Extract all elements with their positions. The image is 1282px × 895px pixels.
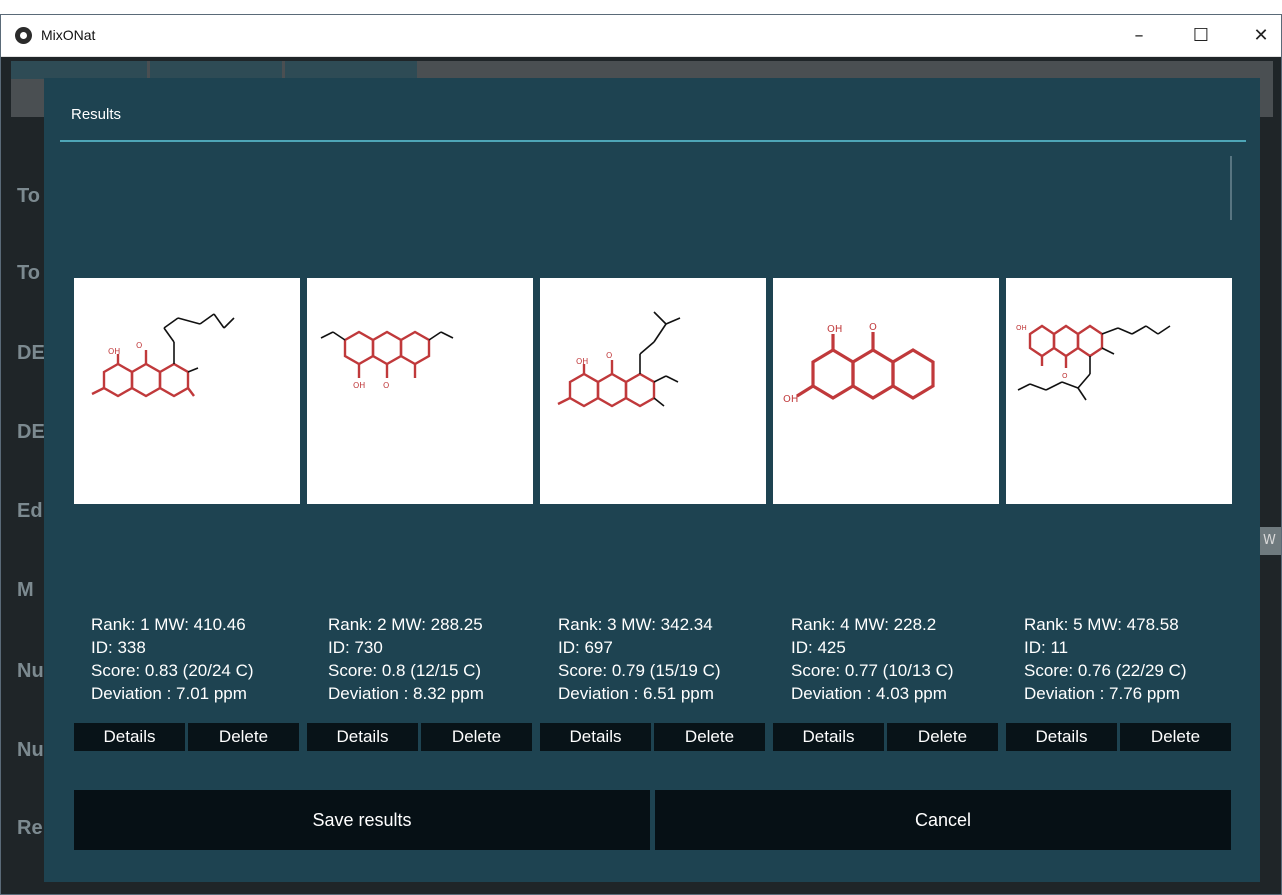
background-label: DE (17, 342, 45, 364)
details-button[interactable]: Details (773, 723, 884, 751)
rank-mw: Rank: 1 MW: 410.46 (91, 615, 246, 634)
maximize-button[interactable]: ☐ (1173, 15, 1229, 56)
cancel-button[interactable]: Cancel (655, 790, 1231, 850)
details-button[interactable]: Details (1006, 723, 1117, 751)
molecule-structure-icon: O OH (91, 313, 235, 398)
compound-id: ID: 730 (328, 638, 383, 657)
title-divider (60, 140, 1246, 142)
score: Score: 0.76 (22/29 C) (1024, 661, 1187, 680)
background-label: M (17, 579, 34, 601)
background-label: To (17, 185, 40, 207)
svg-text:O: O (1062, 372, 1068, 380)
deviation: Deviation : 6.51 ppm (558, 684, 714, 703)
molecule-structure-icon: O OH (557, 311, 681, 408)
svg-text:OH: OH (576, 357, 588, 366)
background-label: Nu (17, 660, 44, 682)
svg-text:OH: OH (353, 381, 365, 390)
result-info: Rank: 3 MW: 342.34 ID: 697 Score: 0.79 (… (558, 613, 788, 705)
delete-button[interactable]: Delete (654, 723, 765, 751)
title-bar: MixONat – ☐ ✕ (1, 15, 1281, 57)
result-info: Rank: 4 MW: 228.2 ID: 425 Score: 0.77 (1… (791, 613, 1021, 705)
background-label: Nu (17, 739, 44, 761)
svg-text:O: O (869, 322, 877, 333)
details-button[interactable]: Details (540, 723, 651, 751)
rank-mw: Rank: 3 MW: 342.34 (558, 615, 713, 634)
background-label: Re (17, 817, 43, 839)
svg-text:O: O (136, 341, 142, 350)
background-tab (11, 61, 147, 79)
background-label: To (17, 262, 40, 284)
compound-id: ID: 338 (91, 638, 146, 657)
close-button[interactable]: ✕ (1233, 15, 1281, 56)
rank-mw: Rank: 4 MW: 228.2 (791, 615, 937, 634)
structure-image: O OH (74, 278, 300, 504)
dialog-title: Results (71, 106, 122, 123)
save-results-button[interactable]: Save results (74, 790, 650, 850)
deviation: Deviation : 7.01 ppm (91, 684, 247, 703)
deviation: Deviation : 4.03 ppm (791, 684, 947, 703)
svg-text:O: O (606, 351, 612, 360)
compound-id: ID: 697 (558, 638, 613, 657)
structure-image: O OH (307, 278, 533, 504)
background-chip: W (1257, 527, 1281, 555)
result-info: Rank: 1 MW: 410.46 ID: 338 Score: 0.83 (… (91, 613, 321, 705)
details-button[interactable]: Details (307, 723, 418, 751)
delete-button[interactable]: Delete (188, 723, 299, 751)
molecule-structure-icon: O OH (1016, 324, 1171, 401)
app-window: MixONat – ☐ ✕ To To DE DE Ed M Nu Nu Re … (0, 14, 1282, 895)
structure-image: O OH OH (773, 278, 999, 504)
results-dialog: Results O OH O OH O OH O OH OH O OH Rank… (44, 78, 1260, 882)
delete-button[interactable]: Delete (1120, 723, 1231, 751)
svg-text:O: O (383, 381, 389, 390)
app-logo-icon (15, 27, 32, 44)
score: Score: 0.77 (10/13 C) (791, 661, 954, 680)
deviation: Deviation : 8.32 ppm (328, 684, 484, 703)
molecule-structure-icon: O OH OH (783, 322, 935, 405)
svg-text:OH: OH (1016, 324, 1027, 332)
compound-id: ID: 425 (791, 638, 846, 657)
details-button[interactable]: Details (74, 723, 185, 751)
compound-id: ID: 11 (1024, 638, 1069, 657)
result-info: Rank: 5 MW: 478.58 ID: 11 Score: 0.76 (2… (1024, 613, 1254, 705)
background-tab (285, 61, 417, 79)
background-label: Ed (17, 500, 43, 522)
svg-text:OH: OH (108, 347, 120, 356)
structure-image: O OH (540, 278, 766, 504)
scrollbar[interactable] (1230, 156, 1232, 220)
background-label: DE (17, 421, 45, 443)
svg-text:OH: OH (827, 324, 842, 335)
structure-image: O OH (1006, 278, 1232, 504)
delete-button[interactable]: Delete (421, 723, 532, 751)
score: Score: 0.79 (15/19 C) (558, 661, 721, 680)
rank-mw: Rank: 2 MW: 288.25 (328, 615, 483, 634)
deviation: Deviation : 7.76 ppm (1024, 684, 1180, 703)
result-info: Rank: 2 MW: 288.25 ID: 730 Score: 0.8 (1… (328, 613, 558, 705)
score: Score: 0.8 (12/15 C) (328, 661, 482, 680)
rank-mw: Rank: 5 MW: 478.58 (1024, 615, 1179, 634)
minimize-button[interactable]: – (1111, 15, 1167, 56)
svg-text:OH: OH (783, 394, 798, 405)
score: Score: 0.83 (20/24 C) (91, 661, 254, 680)
delete-button[interactable]: Delete (887, 723, 998, 751)
window-title: MixONat (41, 27, 96, 43)
molecule-structure-icon: O OH (320, 330, 454, 390)
background-tab (150, 61, 282, 79)
